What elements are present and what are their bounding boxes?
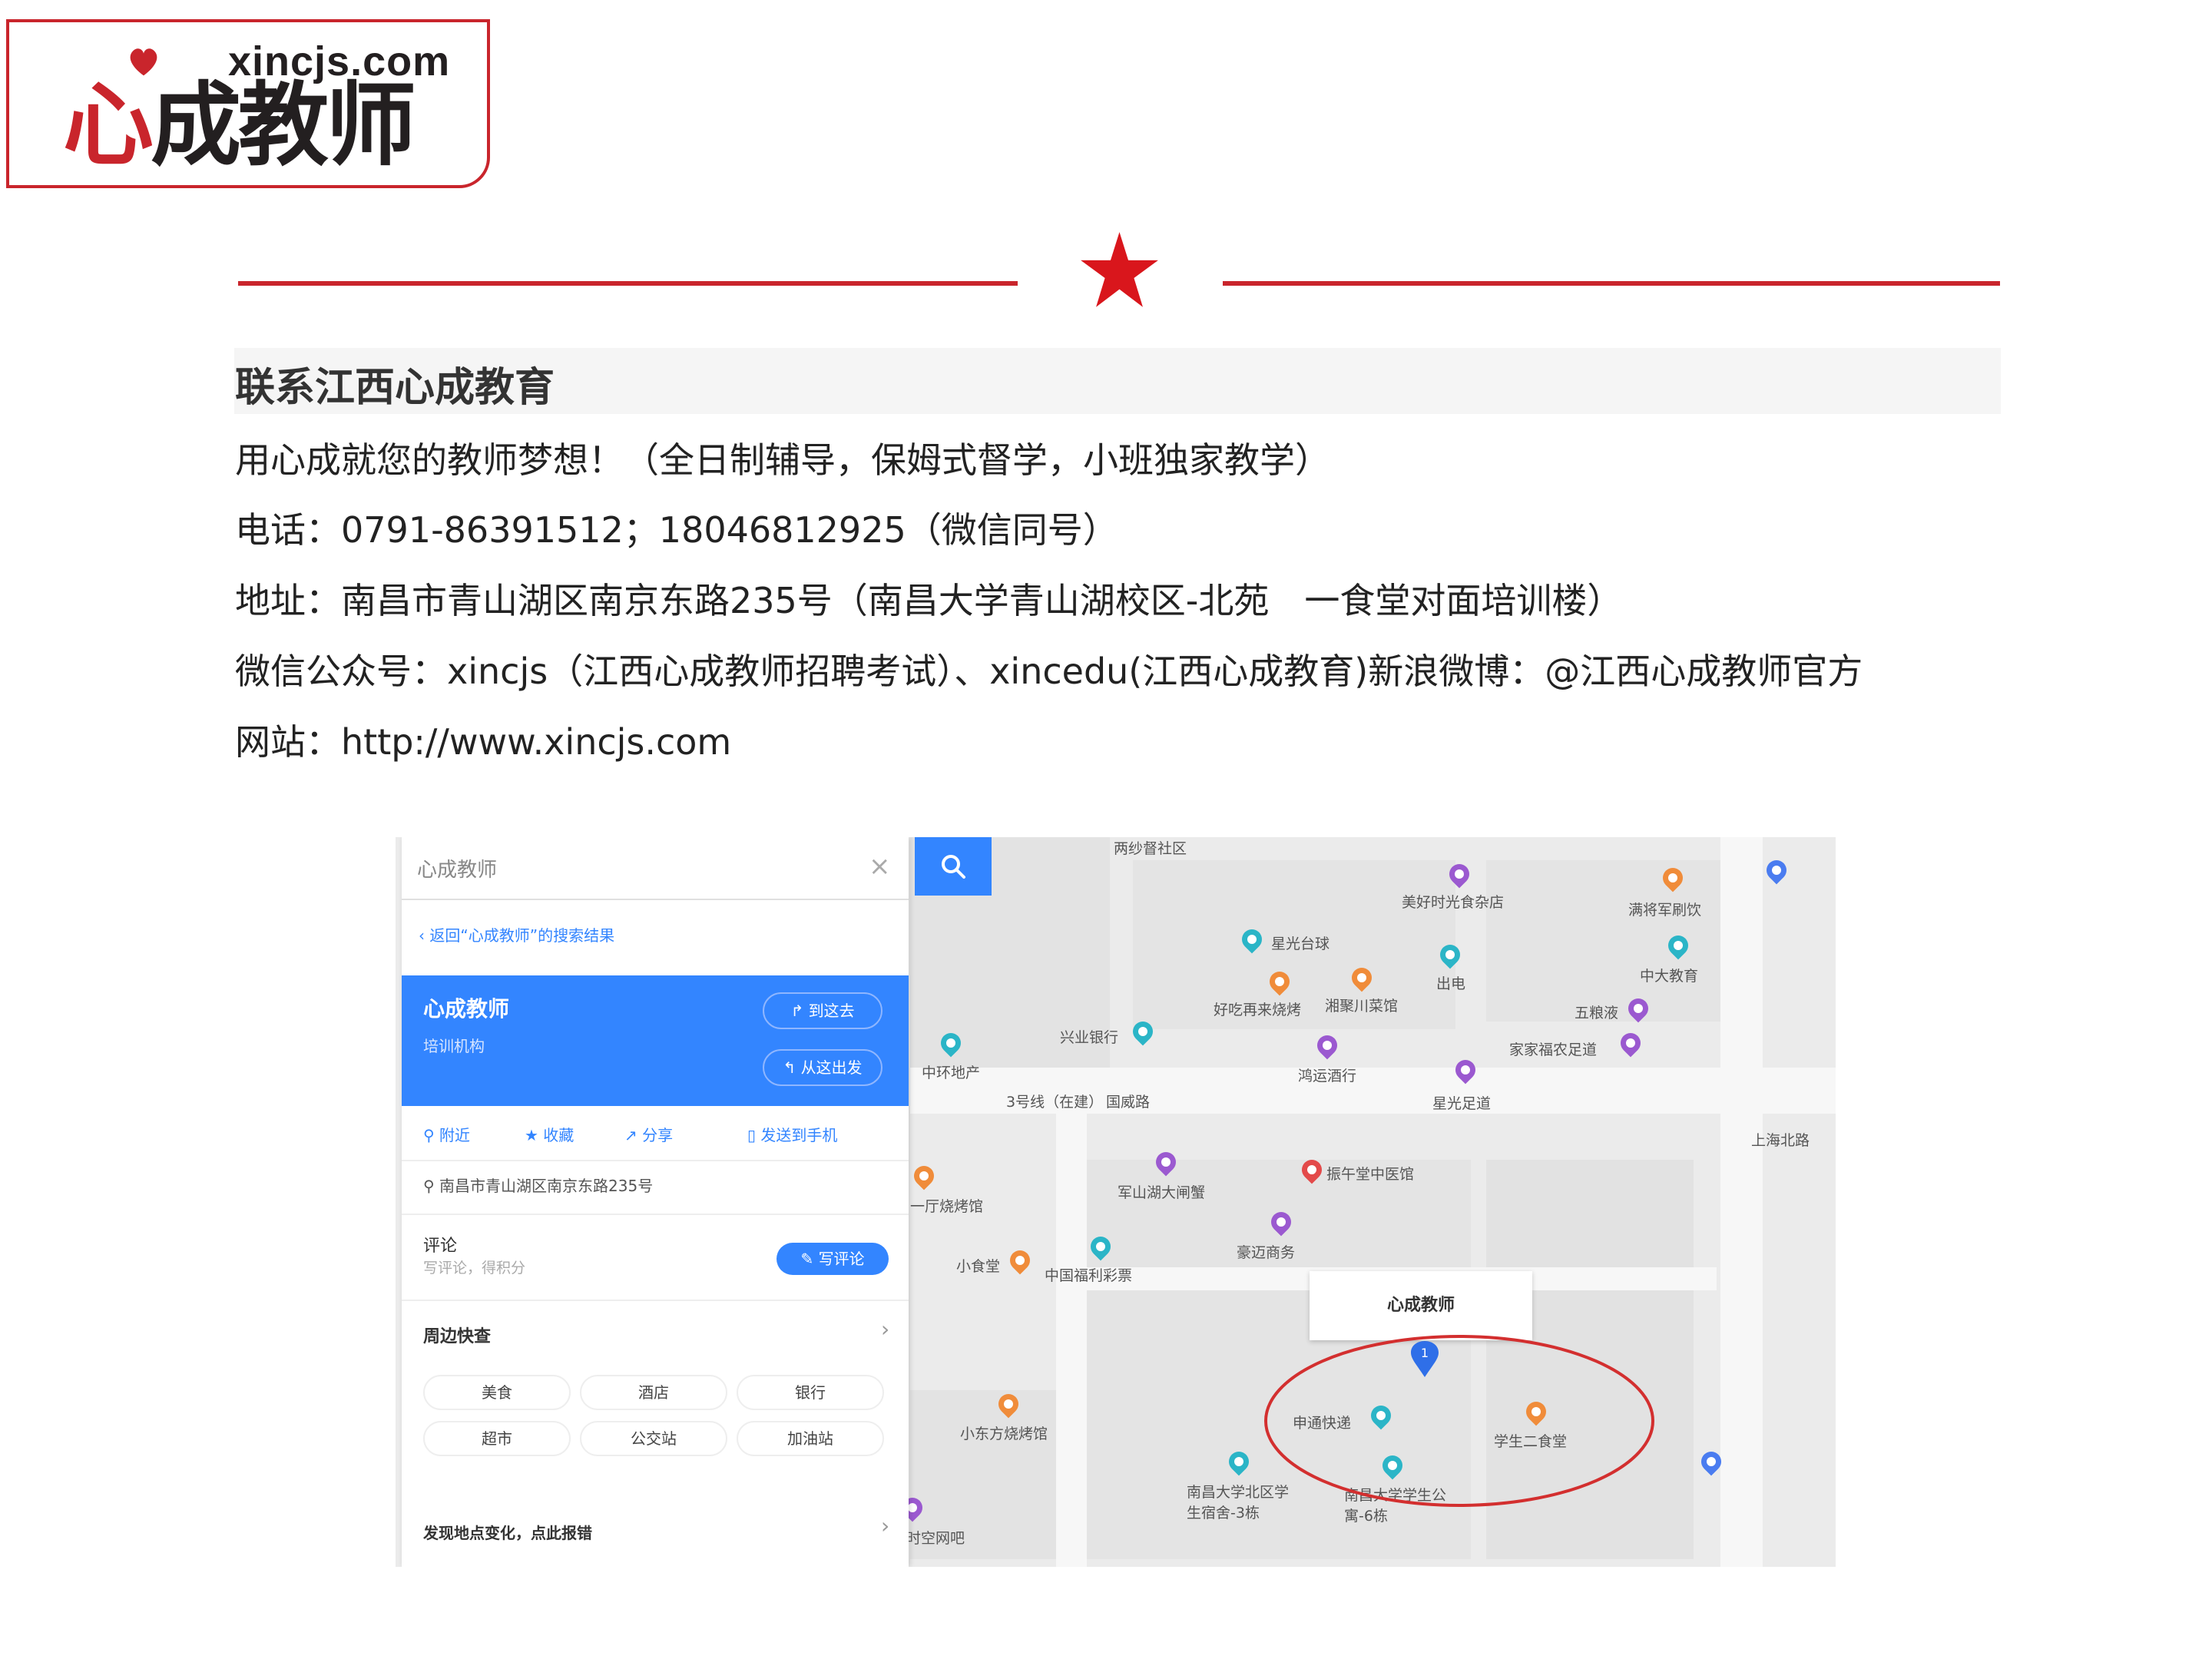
poi-label[interactable]: 上海北路: [1751, 1129, 1810, 1150]
close-icon[interactable]: ×: [869, 851, 891, 882]
location-icon: ⚲: [423, 1126, 435, 1144]
send-to-phone-button[interactable]: ▯ 发送到手机: [747, 1123, 837, 1145]
edit-icon: ✎: [800, 1250, 814, 1268]
poi-label[interactable]: 中大教育: [1640, 965, 1698, 985]
route-to-label: 到这去: [808, 1002, 855, 1020]
poi-label[interactable]: 中环地产: [922, 1061, 980, 1082]
review-title: 评论: [423, 1237, 458, 1256]
poi-label[interactable]: 小食堂: [956, 1255, 1000, 1276]
poi-label[interactable]: 3号线（在建）: [1006, 1091, 1103, 1111]
category-button[interactable]: 公交站: [580, 1421, 727, 1456]
nearby-label: 附近: [439, 1126, 471, 1144]
favorite-label: 收藏: [543, 1126, 575, 1144]
place-card: 心成教师 培训机构 ↱ 到这去 ↰ 从这出发: [402, 975, 909, 1106]
logo-name: 心成教师: [63, 80, 416, 171]
logo: xincjs.com 心成教师: [6, 19, 490, 188]
category-button[interactable]: 银行: [737, 1375, 884, 1410]
action-bar: ⚲ 附近 ★ 收藏 ↗ 分享 ▯ 发送到手机: [402, 1106, 909, 1161]
route-to-button[interactable]: ↱ 到这去: [763, 992, 882, 1029]
route-from-button[interactable]: ↰ 从这出发: [763, 1049, 882, 1086]
write-review-label: 写评论: [818, 1250, 865, 1268]
share-label: 分享: [642, 1126, 674, 1144]
contact-title: 联系江西心成教育: [235, 364, 555, 411]
logo-name-rest: 成教师: [151, 72, 416, 178]
poi-label[interactable]: 星光足道: [1432, 1092, 1491, 1113]
poi-label[interactable]: 一厅烧烤馆: [910, 1195, 983, 1216]
chevron-right-icon[interactable]: ›: [881, 1513, 889, 1538]
poi-label[interactable]: 满将军刷饮: [1628, 899, 1701, 919]
search-box[interactable]: 心成教师 ×: [402, 837, 909, 900]
address: 地址：南昌市青山湖区南京东路235号（南昌大学青山湖校区-北苑 一食堂对面培训楼…: [235, 580, 1623, 621]
category-button[interactable]: 加油站: [737, 1421, 884, 1456]
search-input[interactable]: 心成教师: [417, 854, 497, 882]
poi-label[interactable]: 两纱督社区: [1114, 837, 1187, 858]
category-button[interactable]: 美食: [423, 1375, 571, 1410]
poi-label[interactable]: 时空网吧: [906, 1527, 965, 1548]
slogan: 用心成就您的教师梦想！（全日制辅导，保姆式督学，小班独家教学）: [235, 439, 1330, 481]
category-button[interactable]: 超市: [423, 1421, 571, 1456]
poi-label[interactable]: 中国福利彩票: [1045, 1264, 1132, 1285]
pin-icon: ⚲: [423, 1177, 435, 1195]
category-button[interactable]: 酒店: [580, 1375, 727, 1410]
nearby-title[interactable]: 周边快查: [423, 1323, 491, 1347]
star-icon: [1081, 232, 1158, 307]
search-panel: 心成教师 × ‹ 返回“心成教师”的搜索结果 心成教师 培训机构 ↱ 到这去 ↰…: [402, 837, 909, 1567]
poi-label[interactable]: 五粮液: [1575, 1002, 1618, 1022]
poi-label[interactable]: 湘聚川菜馆: [1325, 995, 1398, 1015]
review-section: 评论 写评论，得积分 ✎ 写评论: [402, 1214, 909, 1301]
favorite-button[interactable]: ★ 收藏: [525, 1123, 574, 1145]
divider-left: [238, 281, 1018, 286]
share-icon: ↗: [624, 1126, 637, 1144]
chevron-right-icon[interactable]: ›: [881, 1316, 889, 1342]
poi-label[interactable]: 星光台球: [1271, 932, 1330, 953]
logo-name-first: 心: [63, 72, 154, 178]
back-link[interactable]: ‹ 返回“心成教师”的搜索结果: [419, 923, 614, 945]
poi-label[interactable]: 小东方烧烤馆: [960, 1422, 1048, 1443]
place-address-text: 南昌市青山湖区南京东路235号: [439, 1177, 654, 1195]
poi-label[interactable]: 鸿运酒行: [1298, 1065, 1356, 1085]
poi-label[interactable]: 军山湖大闸蟹: [1118, 1181, 1205, 1202]
place-address: ⚲ 南昌市青山湖区南京东路235号: [423, 1174, 653, 1196]
place-type: 培训机构: [423, 1037, 485, 1055]
nearby-button[interactable]: ⚲ 附近: [423, 1123, 470, 1145]
search-button[interactable]: [915, 837, 992, 896]
poi-label[interactable]: 出电: [1436, 972, 1465, 993]
route-from-label: 从这出发: [800, 1058, 863, 1077]
review-sub: 写评论，得积分: [423, 1260, 526, 1277]
poi-label[interactable]: 振午堂中医馆: [1326, 1163, 1414, 1184]
poi-label[interactable]: 好吃再来烧烤: [1214, 998, 1301, 1019]
divider-right: [1223, 281, 2000, 286]
website[interactable]: 网站：http://www.xincjs.com: [235, 714, 731, 765]
send-to-phone-label: 发送到手机: [760, 1126, 838, 1144]
phone-icon: ▯: [747, 1126, 757, 1144]
write-review-button[interactable]: ✎ 写评论: [777, 1243, 889, 1275]
poi-label[interactable]: 家家福农足道: [1509, 1038, 1597, 1059]
report-link[interactable]: 发现地点变化，点此报错: [423, 1521, 592, 1543]
wechat: 微信公众号：xincjs（江西心成教师招聘考试）、xincedu(江西心成教育)…: [235, 651, 1863, 692]
poi-label[interactable]: 兴业银行: [1060, 1026, 1118, 1047]
back-link-text: 返回“心成教师”的搜索结果: [429, 926, 615, 945]
search-icon: [942, 855, 965, 879]
poi-label[interactable]: 豪迈商务: [1237, 1241, 1295, 1262]
poi-label[interactable]: 国威路: [1106, 1091, 1150, 1111]
poi-label[interactable]: 美好时光食杂店: [1402, 891, 1504, 912]
phone: 电话：0791-86391512；18046812925（微信同号）: [235, 509, 1118, 551]
map-screenshot: 两纱督社区 美好时光食杂店 满将军刷饮 星光台球 中大教育 出电 好吃再来烧烤 …: [396, 837, 1836, 1567]
share-button[interactable]: ↗ 分享: [624, 1123, 673, 1145]
highlight-circle: [1264, 1335, 1654, 1507]
place-name: 心成教师: [423, 996, 510, 1022]
star-icon: ★: [525, 1126, 538, 1144]
